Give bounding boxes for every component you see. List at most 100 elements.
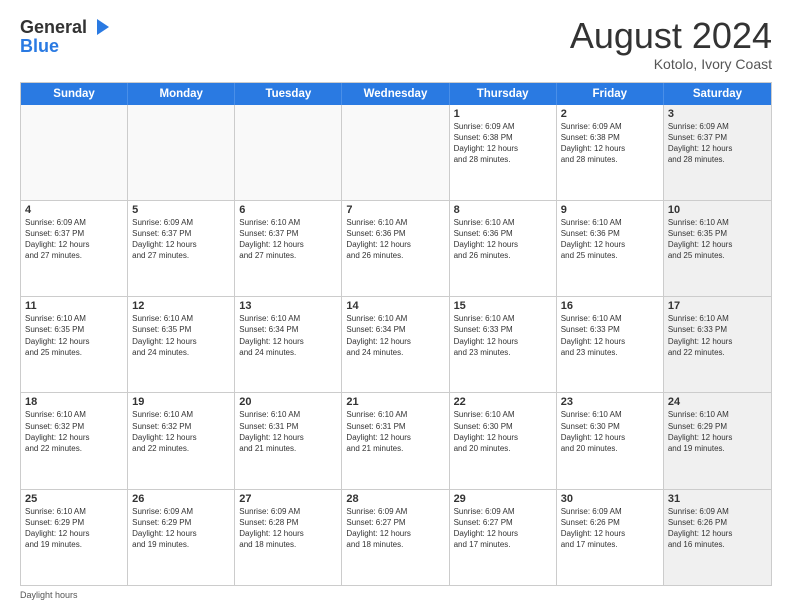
day-number: 31 [668, 493, 767, 505]
day-number: 1 [454, 108, 552, 120]
day-number: 11 [25, 300, 123, 312]
day-info: Sunrise: 6:10 AM Sunset: 6:33 PM Dayligh… [561, 313, 659, 358]
day-number: 26 [132, 493, 230, 505]
day-info: Sunrise: 6:10 AM Sunset: 6:33 PM Dayligh… [454, 313, 552, 358]
calendar-cell: 2Sunrise: 6:09 AM Sunset: 6:38 PM Daylig… [557, 105, 664, 200]
calendar-cell: 9Sunrise: 6:10 AM Sunset: 6:36 PM Daylig… [557, 201, 664, 296]
calendar-cell: 20Sunrise: 6:10 AM Sunset: 6:31 PM Dayli… [235, 393, 342, 488]
day-info: Sunrise: 6:10 AM Sunset: 6:33 PM Dayligh… [668, 313, 767, 358]
day-info: Sunrise: 6:09 AM Sunset: 6:27 PM Dayligh… [346, 506, 444, 551]
calendar-cell [128, 105, 235, 200]
calendar-header: SundayMondayTuesdayWednesdayThursdayFrid… [21, 83, 771, 105]
day-number: 9 [561, 204, 659, 216]
day-number: 30 [561, 493, 659, 505]
day-info: Sunrise: 6:09 AM Sunset: 6:37 PM Dayligh… [132, 217, 230, 262]
day-number: 20 [239, 396, 337, 408]
logo-general-text: General [20, 17, 87, 38]
day-info: Sunrise: 6:09 AM Sunset: 6:38 PM Dayligh… [561, 121, 659, 166]
day-number: 13 [239, 300, 337, 312]
calendar-week: 1Sunrise: 6:09 AM Sunset: 6:38 PM Daylig… [21, 105, 771, 201]
calendar-cell: 3Sunrise: 6:09 AM Sunset: 6:37 PM Daylig… [664, 105, 771, 200]
calendar-week: 11Sunrise: 6:10 AM Sunset: 6:35 PM Dayli… [21, 297, 771, 393]
cal-header-day: Tuesday [235, 83, 342, 105]
day-info: Sunrise: 6:09 AM Sunset: 6:38 PM Dayligh… [454, 121, 552, 166]
day-info: Sunrise: 6:09 AM Sunset: 6:29 PM Dayligh… [132, 506, 230, 551]
day-info: Sunrise: 6:10 AM Sunset: 6:32 PM Dayligh… [132, 409, 230, 454]
day-number: 21 [346, 396, 444, 408]
calendar-cell: 21Sunrise: 6:10 AM Sunset: 6:31 PM Dayli… [342, 393, 449, 488]
day-number: 2 [561, 108, 659, 120]
header: General Blue August 2024 Kotolo, Ivory C… [20, 16, 772, 72]
calendar-cell: 8Sunrise: 6:10 AM Sunset: 6:36 PM Daylig… [450, 201, 557, 296]
calendar-cell: 31Sunrise: 6:09 AM Sunset: 6:26 PM Dayli… [664, 490, 771, 585]
calendar-cell: 23Sunrise: 6:10 AM Sunset: 6:30 PM Dayli… [557, 393, 664, 488]
day-info: Sunrise: 6:09 AM Sunset: 6:37 PM Dayligh… [25, 217, 123, 262]
day-number: 10 [668, 204, 767, 216]
calendar-cell: 1Sunrise: 6:09 AM Sunset: 6:38 PM Daylig… [450, 105, 557, 200]
calendar-cell: 15Sunrise: 6:10 AM Sunset: 6:33 PM Dayli… [450, 297, 557, 392]
footer-note: Daylight hours [20, 590, 772, 600]
calendar-week: 25Sunrise: 6:10 AM Sunset: 6:29 PM Dayli… [21, 490, 771, 585]
day-info: Sunrise: 6:10 AM Sunset: 6:31 PM Dayligh… [239, 409, 337, 454]
calendar-cell: 16Sunrise: 6:10 AM Sunset: 6:33 PM Dayli… [557, 297, 664, 392]
calendar-cell: 6Sunrise: 6:10 AM Sunset: 6:37 PM Daylig… [235, 201, 342, 296]
day-info: Sunrise: 6:09 AM Sunset: 6:26 PM Dayligh… [668, 506, 767, 551]
cal-header-day: Friday [557, 83, 664, 105]
page: General Blue August 2024 Kotolo, Ivory C… [0, 0, 792, 612]
day-info: Sunrise: 6:10 AM Sunset: 6:35 PM Dayligh… [25, 313, 123, 358]
calendar-cell: 27Sunrise: 6:09 AM Sunset: 6:28 PM Dayli… [235, 490, 342, 585]
cal-header-day: Monday [128, 83, 235, 105]
cal-header-day: Thursday [450, 83, 557, 105]
day-number: 6 [239, 204, 337, 216]
calendar-cell: 17Sunrise: 6:10 AM Sunset: 6:33 PM Dayli… [664, 297, 771, 392]
day-info: Sunrise: 6:09 AM Sunset: 6:26 PM Dayligh… [561, 506, 659, 551]
cal-header-day: Saturday [664, 83, 771, 105]
day-info: Sunrise: 6:10 AM Sunset: 6:37 PM Dayligh… [239, 217, 337, 262]
cal-header-day: Sunday [21, 83, 128, 105]
calendar-cell [235, 105, 342, 200]
calendar-cell [342, 105, 449, 200]
day-info: Sunrise: 6:10 AM Sunset: 6:31 PM Dayligh… [346, 409, 444, 454]
logo-blue-text: Blue [20, 36, 111, 57]
day-info: Sunrise: 6:10 AM Sunset: 6:30 PM Dayligh… [561, 409, 659, 454]
day-number: 15 [454, 300, 552, 312]
calendar-cell: 30Sunrise: 6:09 AM Sunset: 6:26 PM Dayli… [557, 490, 664, 585]
calendar-cell: 26Sunrise: 6:09 AM Sunset: 6:29 PM Dayli… [128, 490, 235, 585]
calendar-cell [21, 105, 128, 200]
calendar-cell: 22Sunrise: 6:10 AM Sunset: 6:30 PM Dayli… [450, 393, 557, 488]
day-number: 27 [239, 493, 337, 505]
day-info: Sunrise: 6:10 AM Sunset: 6:36 PM Dayligh… [346, 217, 444, 262]
calendar-cell: 7Sunrise: 6:10 AM Sunset: 6:36 PM Daylig… [342, 201, 449, 296]
calendar-cell: 25Sunrise: 6:10 AM Sunset: 6:29 PM Dayli… [21, 490, 128, 585]
title-block: August 2024 Kotolo, Ivory Coast [570, 16, 772, 72]
calendar-cell: 28Sunrise: 6:09 AM Sunset: 6:27 PM Dayli… [342, 490, 449, 585]
day-info: Sunrise: 6:10 AM Sunset: 6:29 PM Dayligh… [25, 506, 123, 551]
month-title: August 2024 [570, 16, 772, 56]
day-info: Sunrise: 6:10 AM Sunset: 6:35 PM Dayligh… [132, 313, 230, 358]
day-number: 8 [454, 204, 552, 216]
day-number: 12 [132, 300, 230, 312]
location-subtitle: Kotolo, Ivory Coast [570, 56, 772, 72]
day-number: 3 [668, 108, 767, 120]
day-info: Sunrise: 6:10 AM Sunset: 6:29 PM Dayligh… [668, 409, 767, 454]
cal-header-day: Wednesday [342, 83, 449, 105]
calendar-cell: 14Sunrise: 6:10 AM Sunset: 6:34 PM Dayli… [342, 297, 449, 392]
day-info: Sunrise: 6:10 AM Sunset: 6:30 PM Dayligh… [454, 409, 552, 454]
logo-icon [89, 16, 111, 38]
calendar-cell: 24Sunrise: 6:10 AM Sunset: 6:29 PM Dayli… [664, 393, 771, 488]
day-info: Sunrise: 6:09 AM Sunset: 6:27 PM Dayligh… [454, 506, 552, 551]
calendar-cell: 18Sunrise: 6:10 AM Sunset: 6:32 PM Dayli… [21, 393, 128, 488]
calendar-week: 18 Sunrise: 6:10 AM Sunset: 6:32 PM Dayli… [21, 393, 771, 489]
day-number: 18 [25, 396, 123, 408]
day-number: 22 [454, 396, 552, 408]
calendar-cell: 13Sunrise: 6:10 AM Sunset: 6:34 PM Dayli… [235, 297, 342, 392]
calendar-week: 4Sunrise: 6:09 AM Sunset: 6:37 PM Daylig… [21, 201, 771, 297]
day-number: 24 [668, 396, 767, 408]
calendar-cell: 12Sunrise: 6:10 AM Sunset: 6:35 PM Dayli… [128, 297, 235, 392]
day-info: Sunrise: 6:10 AM Sunset: 6:34 PM Dayligh… [239, 313, 337, 358]
day-info: Sunrise: 6:10 AM Sunset: 6:35 PM Dayligh… [668, 217, 767, 262]
day-number: 19 [132, 396, 230, 408]
day-number: 23 [561, 396, 659, 408]
calendar-cell: 11Sunrise: 6:10 AM Sunset: 6:35 PM Dayli… [21, 297, 128, 392]
calendar-cell: 29Sunrise: 6:09 AM Sunset: 6:27 PM Dayli… [450, 490, 557, 585]
